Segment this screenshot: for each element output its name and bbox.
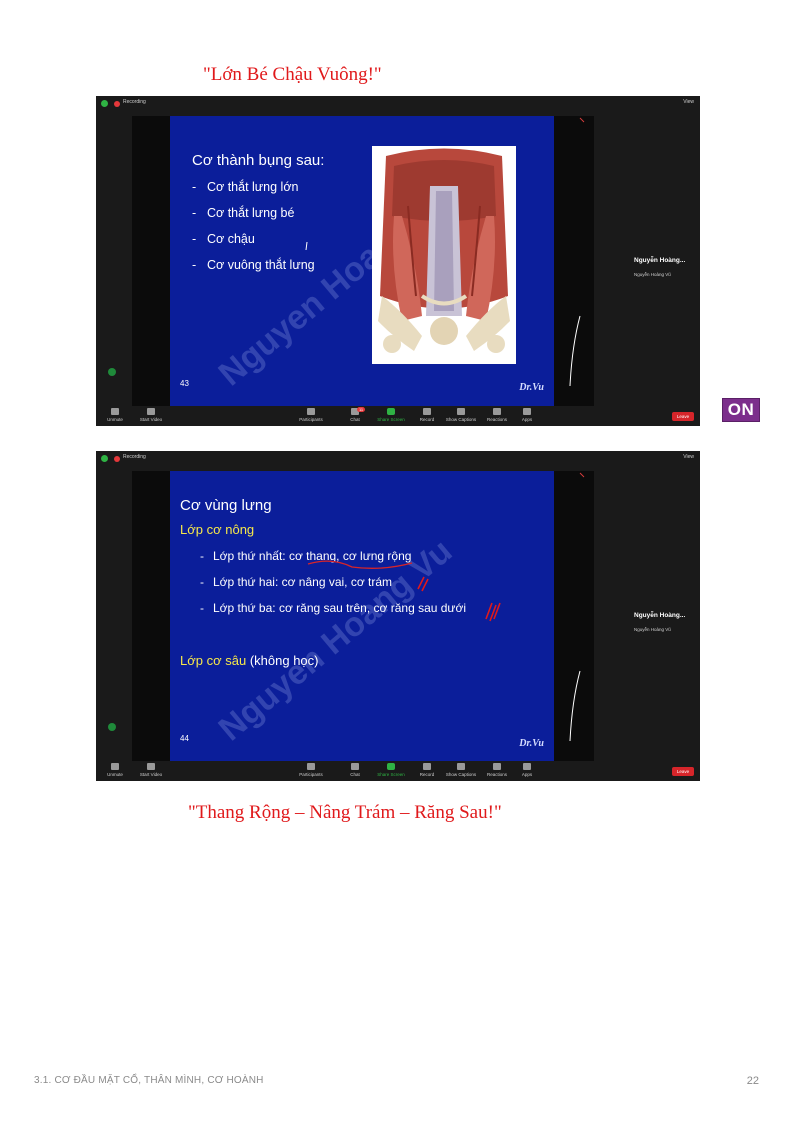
share-screen-button[interactable]: Share Screen xyxy=(374,408,408,422)
chat-button[interactable]: 11 Chat xyxy=(338,407,372,422)
apps-icon xyxy=(523,408,531,415)
slide-number: 43 xyxy=(180,379,189,388)
slide-title: Cơ thành bụng sau: xyxy=(192,152,325,169)
bullet-item: - Cơ thắt lưng lớn xyxy=(192,180,299,194)
leave-button[interactable]: Leave xyxy=(672,767,694,776)
reactions-button[interactable]: Reactions xyxy=(480,408,514,422)
mnemonic-caption-bottom: "Thang Rộng – Nâng Trám – Răng Sau!" xyxy=(188,802,502,823)
reactions-icon xyxy=(493,763,501,770)
participants-button[interactable]: Participants xyxy=(294,408,328,422)
pencil-icon[interactable] xyxy=(108,368,116,376)
signature: Dr.Vu xyxy=(519,382,544,393)
on-badge: ON xyxy=(722,398,760,422)
meeting-controls: Unmute Start Video Participants Chat Sha… xyxy=(96,761,700,781)
start-video-button[interactable]: Start Video xyxy=(134,408,168,422)
pencil-icon[interactable] xyxy=(108,723,116,731)
page-number: 22 xyxy=(746,1075,759,1087)
zoom-topbar: Recording View xyxy=(96,96,700,112)
shield-icon[interactable] xyxy=(101,100,108,107)
bullet-item: - Cơ vuông thắt lưng xyxy=(192,258,315,272)
apps-button[interactable]: Apps xyxy=(510,408,544,422)
record-dot-icon xyxy=(114,456,120,462)
start-video-button[interactable]: Start Video xyxy=(134,763,168,777)
unmute-button[interactable]: Unmute xyxy=(98,408,132,422)
microphone-icon xyxy=(111,763,119,770)
footer-chapter: 3.1. CƠ ĐẦU MẶT CỔ, THÂN MÌNH, CƠ HOÀNH xyxy=(34,1075,264,1086)
share-screen-icon xyxy=(387,408,395,415)
watermark: Nguyen Hoang Vu xyxy=(211,531,460,749)
participants-button[interactable]: Participants xyxy=(294,763,328,777)
record-dot-icon xyxy=(114,101,120,107)
mnemonic-caption-top: "Lớn Bé Chậu Vuông!" xyxy=(203,64,382,85)
participant-name: Nguyễn Hoàng... xyxy=(634,257,686,264)
view-button[interactable]: View xyxy=(683,454,694,460)
layer-item: - Lớp thứ ba: cơ răng sau trên, cơ răng s… xyxy=(200,601,467,615)
record-icon xyxy=(423,763,431,770)
captions-icon xyxy=(457,763,465,770)
reactions-icon xyxy=(493,408,501,415)
shield-icon[interactable] xyxy=(101,455,108,462)
shared-screen: Nguyen Hoang Vu Cơ thành bụng sau: - Cơ t… xyxy=(132,116,594,406)
zoom-topbar: Recording View xyxy=(96,451,700,467)
leave-button[interactable]: Leave xyxy=(672,412,694,421)
bullet-item: - Cơ thắt lưng bé xyxy=(192,206,295,220)
zoom-screenshot-1: Recording View Nguyen Hoang Vu Cơ thành … xyxy=(96,96,700,426)
meeting-controls: Unmute Start Video Participants 11 Chat S… xyxy=(96,406,700,426)
participant-name: Nguyễn Hoàng... xyxy=(634,612,686,619)
superficial-layer-heading: Lớp cơ nông xyxy=(180,522,255,537)
slide-title: Cơ vùng lưng xyxy=(180,497,272,514)
slide-43: Nguyen Hoang Vu Cơ thành bụng sau: - Cơ t… xyxy=(170,116,554,406)
abdominal-muscle-illustration xyxy=(372,146,516,364)
people-icon xyxy=(307,408,315,415)
share-screen-button[interactable]: Share Screen xyxy=(374,763,408,777)
video-camera-icon xyxy=(147,408,155,415)
bullet-item: - Cơ chậu xyxy=(192,232,255,246)
chat-button[interactable]: Chat xyxy=(338,763,372,777)
deep-layer-heading: Lớp cơ sâu (không học) xyxy=(180,653,319,668)
people-icon xyxy=(307,763,315,770)
microphone-icon xyxy=(111,408,119,415)
chat-badge: 11 xyxy=(357,407,366,412)
record-button[interactable]: Record xyxy=(410,763,444,777)
record-button[interactable]: Record xyxy=(410,408,444,422)
layer-item: - Lớp thứ hai: cơ nâng vai, cơ trám xyxy=(200,575,393,589)
show-captions-button[interactable]: Show Captions xyxy=(444,408,478,422)
signature: Dr.Vu xyxy=(519,738,544,749)
reactions-button[interactable]: Reactions xyxy=(480,763,514,777)
apps-icon xyxy=(523,763,531,770)
slide-44: Nguyen Hoang Vu Cơ vùng lưng Lớp cơ nông… xyxy=(170,471,554,761)
record-icon xyxy=(423,408,431,415)
zoom-screenshot-2: Recording View Nguyen Hoang Vu Cơ vùng l… xyxy=(96,451,700,781)
captions-icon xyxy=(457,408,465,415)
layer-item: - Lớp thứ nhất: cơ thang, cơ lưng rộng xyxy=(200,549,412,563)
recording-label: Recording xyxy=(123,99,146,105)
participant-subname: Nguyễn Hoàng Vũ xyxy=(634,272,671,277)
share-screen-icon xyxy=(387,763,395,770)
chat-icon xyxy=(351,763,359,770)
recording-label: Recording xyxy=(123,454,146,460)
show-captions-button[interactable]: Show Captions xyxy=(444,763,478,777)
slide-number: 44 xyxy=(180,734,189,743)
video-camera-icon xyxy=(147,763,155,770)
shared-screen: Nguyen Hoang Vu Cơ vùng lưng Lớp cơ nông… xyxy=(132,471,594,761)
view-button[interactable]: View xyxy=(683,99,694,105)
participant-subname: Nguyễn Hoàng Vũ xyxy=(634,627,671,632)
apps-button[interactable]: Apps xyxy=(510,763,544,777)
unmute-button[interactable]: Unmute xyxy=(98,763,132,777)
